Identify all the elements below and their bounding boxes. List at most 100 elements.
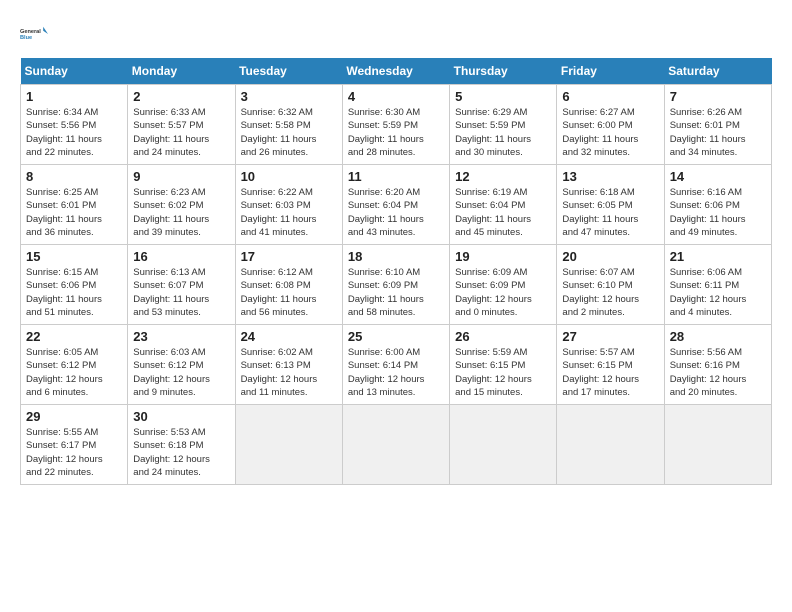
day-info: Sunrise: 6:19 AM Sunset: 6:04 PM Dayligh… xyxy=(455,186,551,239)
calendar-cell: 17 Sunrise: 6:12 AM Sunset: 6:08 PM Dayli… xyxy=(235,245,342,325)
day-number: 28 xyxy=(670,329,766,344)
calendar-cell: 25Sunrise: 6:00 AM Sunset: 6:14 PM Dayli… xyxy=(342,325,449,405)
calendar-cell: 30 Sunrise: 5:53 AM Sunset: 6:18 PM Dayli… xyxy=(128,405,235,485)
calendar-cell: 13 Sunrise: 6:18 AM Sunset: 6:05 PM Dayli… xyxy=(557,165,664,245)
day-of-week-header: Monday xyxy=(128,58,235,85)
day-info: Sunrise: 5:57 AM Sunset: 6:15 PM Dayligh… xyxy=(562,346,658,399)
day-info: Sunrise: 6:10 AM Sunset: 6:09 PM Dayligh… xyxy=(348,266,444,319)
day-info: Sunrise: 6:29 AM Sunset: 5:59 PM Dayligh… xyxy=(455,106,551,159)
day-info: Sunrise: 6:15 AM Sunset: 6:06 PM Dayligh… xyxy=(26,266,122,319)
day-number: 30 xyxy=(133,409,229,424)
day-info: Sunrise: 6:22 AM Sunset: 6:03 PM Dayligh… xyxy=(241,186,337,239)
day-of-week-header: Thursday xyxy=(450,58,557,85)
calendar-cell xyxy=(557,405,664,485)
day-info: Sunrise: 6:05 AM Sunset: 6:12 PM Dayligh… xyxy=(26,346,122,399)
calendar-cell: 23 Sunrise: 6:03 AM Sunset: 6:12 PM Dayli… xyxy=(128,325,235,405)
day-info: Sunrise: 6:30 AM Sunset: 5:59 PM Dayligh… xyxy=(348,106,444,159)
svg-text:General: General xyxy=(20,29,41,35)
calendar-cell: 21 Sunrise: 6:06 AM Sunset: 6:11 PM Dayli… xyxy=(664,245,771,325)
day-number: 9 xyxy=(133,169,229,184)
day-number: 16 xyxy=(133,249,229,264)
days-header-row: SundayMondayTuesdayWednesdayThursdayFrid… xyxy=(21,58,772,85)
week-row: 1 Sunrise: 6:34 AM Sunset: 5:56 PM Daylig… xyxy=(21,85,772,165)
day-info: Sunrise: 5:56 AM Sunset: 6:16 PM Dayligh… xyxy=(670,346,766,399)
day-number: 14 xyxy=(670,169,766,184)
calendar-cell: 26 Sunrise: 5:59 AM Sunset: 6:15 PM Dayli… xyxy=(450,325,557,405)
day-info: Sunrise: 5:59 AM Sunset: 6:15 PM Dayligh… xyxy=(455,346,551,399)
day-number: 4 xyxy=(348,89,444,104)
day-number: 26 xyxy=(455,329,551,344)
day-info: Sunrise: 6:23 AM Sunset: 6:02 PM Dayligh… xyxy=(133,186,229,239)
week-row: 29Sunrise: 5:55 AM Sunset: 6:17 PM Dayli… xyxy=(21,405,772,485)
week-row: 22 Sunrise: 6:05 AM Sunset: 6:12 PM Dayli… xyxy=(21,325,772,405)
day-number: 7 xyxy=(670,89,766,104)
day-info: Sunrise: 6:26 AM Sunset: 6:01 PM Dayligh… xyxy=(670,106,766,159)
day-number: 15 xyxy=(26,249,122,264)
calendar-cell: 20Sunrise: 6:07 AM Sunset: 6:10 PM Dayli… xyxy=(557,245,664,325)
day-number: 27 xyxy=(562,329,658,344)
calendar-cell: 7 Sunrise: 6:26 AM Sunset: 6:01 PM Daylig… xyxy=(664,85,771,165)
calendar-cell: 11 Sunrise: 6:20 AM Sunset: 6:04 PM Dayli… xyxy=(342,165,449,245)
calendar-cell: 15 Sunrise: 6:15 AM Sunset: 6:06 PM Dayli… xyxy=(21,245,128,325)
calendar-cell: 18 Sunrise: 6:10 AM Sunset: 6:09 PM Dayli… xyxy=(342,245,449,325)
calendar-cell xyxy=(235,405,342,485)
day-number: 22 xyxy=(26,329,122,344)
day-number: 20 xyxy=(562,249,658,264)
day-info: Sunrise: 6:13 AM Sunset: 6:07 PM Dayligh… xyxy=(133,266,229,319)
page-header: GeneralBlue xyxy=(20,20,772,48)
calendar-cell: 14 Sunrise: 6:16 AM Sunset: 6:06 PM Dayli… xyxy=(664,165,771,245)
day-of-week-header: Friday xyxy=(557,58,664,85)
day-number: 23 xyxy=(133,329,229,344)
day-info: Sunrise: 6:09 AM Sunset: 6:09 PM Dayligh… xyxy=(455,266,551,319)
calendar-cell: 12 Sunrise: 6:19 AM Sunset: 6:04 PM Dayli… xyxy=(450,165,557,245)
week-row: 15 Sunrise: 6:15 AM Sunset: 6:06 PM Dayli… xyxy=(21,245,772,325)
day-info: Sunrise: 6:03 AM Sunset: 6:12 PM Dayligh… xyxy=(133,346,229,399)
logo: GeneralBlue xyxy=(20,20,48,48)
day-number: 12 xyxy=(455,169,551,184)
calendar-cell xyxy=(664,405,771,485)
day-of-week-header: Tuesday xyxy=(235,58,342,85)
calendar-cell: 5 Sunrise: 6:29 AM Sunset: 5:59 PM Daylig… xyxy=(450,85,557,165)
day-info: Sunrise: 6:33 AM Sunset: 5:57 PM Dayligh… xyxy=(133,106,229,159)
day-info: Sunrise: 5:53 AM Sunset: 6:18 PM Dayligh… xyxy=(133,426,229,479)
calendar-cell: 29Sunrise: 5:55 AM Sunset: 6:17 PM Dayli… xyxy=(21,405,128,485)
day-info: Sunrise: 6:12 AM Sunset: 6:08 PM Dayligh… xyxy=(241,266,337,319)
calendar-cell: 10 Sunrise: 6:22 AM Sunset: 6:03 PM Dayli… xyxy=(235,165,342,245)
calendar: SundayMondayTuesdayWednesdayThursdayFrid… xyxy=(20,58,772,485)
day-number: 21 xyxy=(670,249,766,264)
day-info: Sunrise: 6:20 AM Sunset: 6:04 PM Dayligh… xyxy=(348,186,444,239)
calendar-cell: 9 Sunrise: 6:23 AM Sunset: 6:02 PM Daylig… xyxy=(128,165,235,245)
day-info: Sunrise: 6:06 AM Sunset: 6:11 PM Dayligh… xyxy=(670,266,766,319)
day-number: 18 xyxy=(348,249,444,264)
calendar-cell: 3Sunrise: 6:32 AM Sunset: 5:58 PM Daylig… xyxy=(235,85,342,165)
calendar-cell: 6Sunrise: 6:27 AM Sunset: 6:00 PM Daylig… xyxy=(557,85,664,165)
day-info: Sunrise: 6:25 AM Sunset: 6:01 PM Dayligh… xyxy=(26,186,122,239)
day-info: Sunrise: 6:16 AM Sunset: 6:06 PM Dayligh… xyxy=(670,186,766,239)
day-number: 5 xyxy=(455,89,551,104)
calendar-cell: 19Sunrise: 6:09 AM Sunset: 6:09 PM Dayli… xyxy=(450,245,557,325)
week-row: 8 Sunrise: 6:25 AM Sunset: 6:01 PM Daylig… xyxy=(21,165,772,245)
calendar-cell: 24Sunrise: 6:02 AM Sunset: 6:13 PM Dayli… xyxy=(235,325,342,405)
day-number: 11 xyxy=(348,169,444,184)
logo-icon: GeneralBlue xyxy=(20,20,48,48)
calendar-cell: 8 Sunrise: 6:25 AM Sunset: 6:01 PM Daylig… xyxy=(21,165,128,245)
calendar-cell: 1 Sunrise: 6:34 AM Sunset: 5:56 PM Daylig… xyxy=(21,85,128,165)
day-number: 10 xyxy=(241,169,337,184)
day-number: 3 xyxy=(241,89,337,104)
calendar-cell: 4 Sunrise: 6:30 AM Sunset: 5:59 PM Daylig… xyxy=(342,85,449,165)
day-of-week-header: Saturday xyxy=(664,58,771,85)
day-number: 6 xyxy=(562,89,658,104)
calendar-cell xyxy=(450,405,557,485)
day-number: 8 xyxy=(26,169,122,184)
day-number: 25 xyxy=(348,329,444,344)
calendar-cell: 27 Sunrise: 5:57 AM Sunset: 6:15 PM Dayli… xyxy=(557,325,664,405)
day-info: Sunrise: 6:34 AM Sunset: 5:56 PM Dayligh… xyxy=(26,106,122,159)
day-of-week-header: Sunday xyxy=(21,58,128,85)
day-info: Sunrise: 6:02 AM Sunset: 6:13 PM Dayligh… xyxy=(241,346,337,399)
day-number: 17 xyxy=(241,249,337,264)
day-info: Sunrise: 6:18 AM Sunset: 6:05 PM Dayligh… xyxy=(562,186,658,239)
day-number: 1 xyxy=(26,89,122,104)
day-number: 13 xyxy=(562,169,658,184)
calendar-cell: 28 Sunrise: 5:56 AM Sunset: 6:16 PM Dayli… xyxy=(664,325,771,405)
day-info: Sunrise: 5:55 AM Sunset: 6:17 PM Dayligh… xyxy=(26,426,122,479)
